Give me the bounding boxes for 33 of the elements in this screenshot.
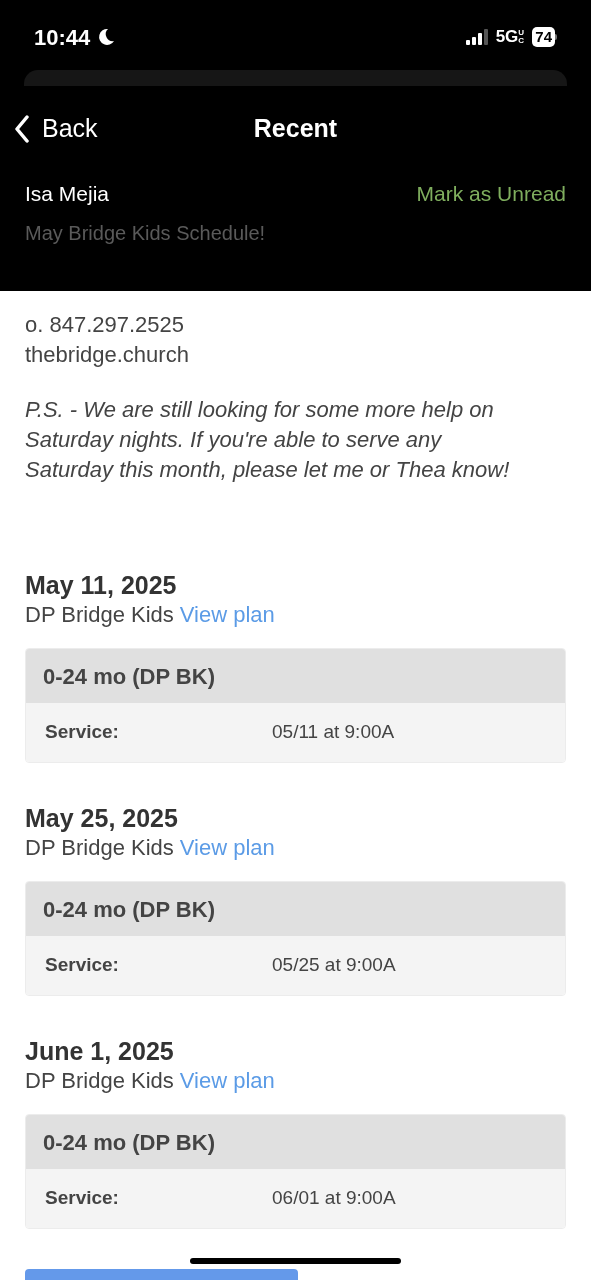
service-time: 05/11 at 9:00A bbox=[272, 720, 395, 745]
position-header: 0-24 mo (DP BK) bbox=[26, 1115, 565, 1169]
network-label: 5G bbox=[495, 26, 519, 49]
network-suffix: UC bbox=[518, 29, 526, 45]
service-time: 06/01 at 9:00A bbox=[272, 1186, 396, 1211]
contact-line: o. 847.297.2525 bbox=[25, 311, 185, 339]
back-button[interactable]: Back bbox=[14, 110, 98, 148]
service-label: Service: bbox=[45, 953, 120, 978]
mark-unread-link[interactable]: Mark as Unread bbox=[416, 178, 566, 210]
nav-title: Recent bbox=[253, 113, 338, 145]
schedule-date: May 25, 2025 bbox=[25, 803, 178, 833]
sender-name: Isa Mejia bbox=[25, 181, 110, 207]
position-header: 0-24 mo (DP BK) bbox=[26, 649, 565, 703]
view-plan-link[interactable]: View plan bbox=[179, 1066, 275, 1096]
service-label: Service: bbox=[45, 1186, 120, 1211]
team-name: DP Bridge Kids bbox=[25, 601, 174, 629]
battery-icon: 74 bbox=[532, 27, 557, 47]
message-subject: May Bridge Kids Schedule! bbox=[24, 220, 267, 246]
postscript-text: P.S. - We are still looking for some more help on Saturday nights. If you're able to serve any Saturday this month, please let me or Thea know! bbox=[25, 396, 511, 484]
position-header: 0-24 mo (DP BK) bbox=[26, 882, 565, 936]
view-plan-link[interactable]: View plan bbox=[179, 833, 275, 863]
view-plan-link[interactable]: View plan bbox=[179, 600, 275, 630]
service-label: Service: bbox=[45, 720, 120, 745]
service-time: 05/25 at 9:00A bbox=[272, 953, 396, 978]
contact-line: thebridge.church bbox=[25, 341, 189, 369]
clock-time: 10:44 bbox=[34, 23, 91, 52]
team-name: DP Bridge Kids bbox=[25, 834, 174, 862]
schedule-date: June 1, 2025 bbox=[25, 1036, 174, 1066]
schedule-date: May 11, 2025 bbox=[25, 570, 177, 600]
team-name: DP Bridge Kids bbox=[25, 1067, 174, 1095]
signal-icon bbox=[465, 29, 490, 45]
chevron-left-icon bbox=[14, 115, 30, 143]
moon-icon bbox=[96, 27, 117, 47]
